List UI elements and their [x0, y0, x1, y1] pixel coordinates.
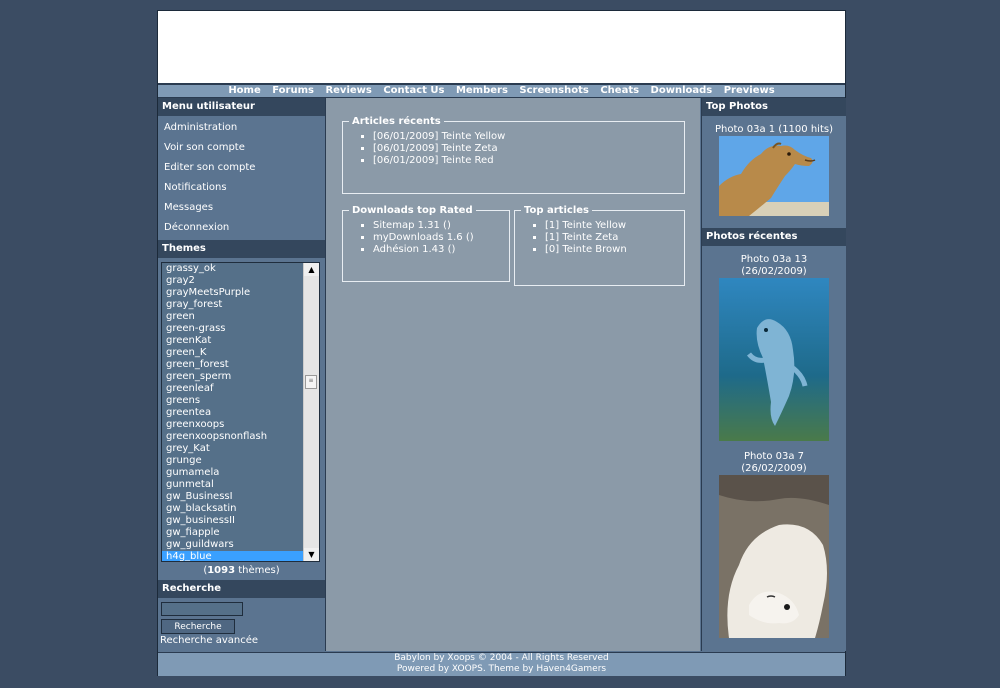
- theme-count: (1093 thèmes): [158, 564, 325, 578]
- theme-option[interactable]: gray2: [162, 275, 304, 287]
- nav-cheats-link[interactable]: Cheats: [600, 85, 639, 96]
- theme-option[interactable]: greenxoops: [162, 419, 304, 431]
- dolphin-photo[interactable]: [719, 278, 829, 441]
- theme-option[interactable]: greenKat: [162, 335, 304, 347]
- theme-option[interactable]: green_sperm: [162, 371, 304, 383]
- recent-articles-box: Articles récents [06/01/2009] Teinte Yel…: [342, 116, 685, 194]
- right-sidebar: Top Photos Photo 03a 1 (1100 hits) Photo…: [701, 98, 846, 651]
- theme-option[interactable]: grey_Kat: [162, 443, 304, 455]
- theme-option[interactable]: gunmetal: [162, 479, 304, 491]
- theme-option[interactable]: greentea: [162, 407, 304, 419]
- recent-photos-title: Photos récentes: [702, 228, 846, 246]
- nav-forums-link[interactable]: Forums: [272, 85, 314, 96]
- download-link[interactable]: Sitemap 1.31 (): [373, 220, 509, 232]
- theme-option[interactable]: gumamela: [162, 467, 304, 479]
- downloads-top-box: Downloads top Rated Sitemap 1.31 () myDo…: [342, 205, 510, 282]
- user-menu-title: Menu utilisateur: [158, 98, 325, 116]
- header-banner: [158, 11, 845, 85]
- scroll-up-icon[interactable]: ▲: [304, 263, 319, 276]
- polar-bear-photo[interactable]: [719, 475, 829, 638]
- theme-option[interactable]: greens: [162, 395, 304, 407]
- scroll-down-icon[interactable]: ▼: [304, 548, 319, 561]
- camel-photo[interactable]: [719, 136, 829, 216]
- download-link[interactable]: Adhésion 1.43 (): [373, 244, 509, 256]
- recent-articles-title: Articles récents: [352, 116, 441, 127]
- advanced-search-link[interactable]: Recherche avancée: [160, 635, 325, 646]
- downloads-top-title: Downloads top Rated: [352, 205, 473, 216]
- nav-reviews-link[interactable]: Reviews: [325, 85, 371, 96]
- article-link[interactable]: [06/01/2009] Teinte Red: [373, 155, 684, 167]
- theme-option[interactable]: h4g_blue: [162, 551, 304, 561]
- theme-list-scrollbar[interactable]: ▲ ≡ ▼: [303, 263, 319, 561]
- main-navbar: Home Forums Reviews Contact Us Members S…: [158, 85, 845, 98]
- menu-item-messages[interactable]: Messages: [158, 198, 325, 218]
- nav-previews-link[interactable]: Previews: [724, 85, 775, 96]
- theme-select-list[interactable]: grassy_ok gray2 grayMeetsPurple gray_forest…: [161, 262, 320, 562]
- theme-option[interactable]: gw_businessII: [162, 515, 304, 527]
- menu-item-notifications[interactable]: Notifications: [158, 178, 325, 198]
- top-articles-title: Top articles: [524, 205, 589, 216]
- theme-count-suffix: thèmes): [235, 565, 280, 576]
- menu-item-logout[interactable]: Déconnexion: [158, 218, 325, 238]
- footer: Babylon by Xoops © 2004 - All Rights Res…: [158, 652, 845, 676]
- top-article-link[interactable]: [0] Teinte Brown: [545, 244, 684, 256]
- page-container: Home Forums Reviews Contact Us Members S…: [157, 10, 846, 676]
- theme-option[interactable]: green_forest: [162, 359, 304, 371]
- theme-option[interactable]: grassy_ok: [162, 263, 304, 275]
- search-input[interactable]: [161, 602, 243, 616]
- download-link[interactable]: myDownloads 1.6 (): [373, 232, 509, 244]
- theme-option[interactable]: greenleaf: [162, 383, 304, 395]
- theme-count-number: 1093: [207, 565, 236, 576]
- recent-photo-caption[interactable]: Photo 03a 13 (26/02/2009): [702, 254, 846, 278]
- search-button[interactable]: Recherche: [161, 619, 235, 634]
- nav-contact-link[interactable]: Contact Us: [383, 85, 444, 96]
- theme-option[interactable]: gw_guildwars: [162, 539, 304, 551]
- top-article-link[interactable]: [1] Teinte Zeta: [545, 232, 684, 244]
- center-content: Articles récents [06/01/2009] Teinte Yel…: [326, 98, 700, 651]
- top-photos-title: Top Photos: [702, 98, 846, 116]
- left-sidebar: Menu utilisateur Administration Voir son…: [158, 98, 326, 651]
- article-link[interactable]: [06/01/2009] Teinte Yellow: [373, 131, 684, 143]
- top-photo-caption[interactable]: Photo 03a 1 (1100 hits): [702, 124, 846, 136]
- top-article-link[interactable]: [1] Teinte Yellow: [545, 220, 684, 232]
- recent-photo-caption[interactable]: Photo 03a 7 (26/02/2009): [702, 451, 846, 475]
- nav-home-link[interactable]: Home: [228, 85, 260, 96]
- nav-members-link[interactable]: Members: [456, 85, 508, 96]
- theme-option[interactable]: gw_fiapple: [162, 527, 304, 539]
- themes-title: Themes: [158, 240, 325, 258]
- footer-powered-by: Powered by XOOPS. Theme by Haven4Gamers: [396, 664, 607, 674]
- theme-option[interactable]: gw_BusinessI: [162, 491, 304, 503]
- theme-options[interactable]: grassy_ok gray2 grayMeetsPurple gray_forest…: [162, 263, 304, 561]
- nav-downloads-link[interactable]: Downloads: [651, 85, 713, 96]
- nav-screenshots-link[interactable]: Screenshots: [519, 85, 588, 96]
- theme-option[interactable]: greenxoopsnonflash: [162, 431, 304, 443]
- theme-option[interactable]: grunge: [162, 455, 304, 467]
- search-title: Recherche: [158, 580, 325, 598]
- article-link[interactable]: [06/01/2009] Teinte Zeta: [373, 143, 684, 155]
- menu-item-edit-account[interactable]: Editer son compte: [158, 158, 325, 178]
- theme-option[interactable]: green-grass: [162, 323, 304, 335]
- footer-copyright: Babylon by Xoops © 2004 - All Rights Res…: [394, 653, 609, 663]
- theme-option[interactable]: gray_forest: [162, 299, 304, 311]
- theme-option[interactable]: green: [162, 311, 304, 323]
- scroll-thumb[interactable]: ≡: [305, 375, 317, 389]
- theme-option[interactable]: gw_blacksatin: [162, 503, 304, 515]
- top-articles-box: Top articles [1] Teinte Yellow [1] Teint…: [514, 205, 685, 286]
- menu-item-administration[interactable]: Administration: [158, 118, 325, 138]
- theme-option[interactable]: grayMeetsPurple: [162, 287, 304, 299]
- menu-item-view-account[interactable]: Voir son compte: [158, 138, 325, 158]
- theme-option[interactable]: green_K: [162, 347, 304, 359]
